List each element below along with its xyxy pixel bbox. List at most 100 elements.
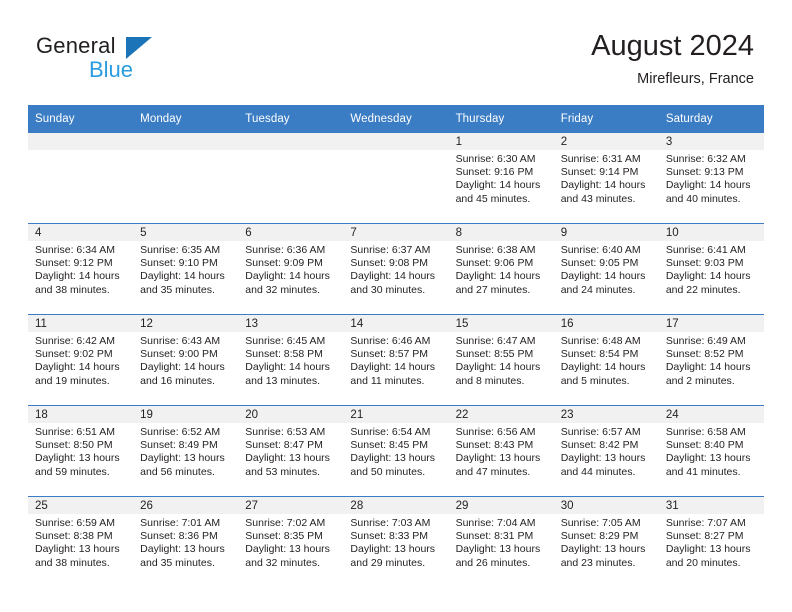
calendar-day-cell[interactable]: 27 Sunrise: 7:02 AM Sunset: 8:35 PM Dayligh… — [238, 496, 344, 587]
sunrise-text: Sunrise: 7:02 AM — [245, 517, 326, 529]
sunset-text: Sunset: 9:13 PM — [665, 166, 744, 179]
day-cell-inner: 9 Sunrise: 6:40 AM Sunset: 9:05 PM Daylight… — [553, 224, 659, 314]
calendar-week-row: 25 Sunrise: 6:59 AM Sunset: 8:38 PM Dayligh… — [28, 496, 764, 587]
sunrise-text: Sunrise: 6:32 AM — [665, 153, 746, 165]
calendar-day-cell[interactable]: 20 Sunrise: 6:53 AM Sunset: 8:47 PM Dayligh… — [238, 405, 344, 497]
calendar-day-cell[interactable]: 11 Sunrise: 6:42 AM Sunset: 9:02 PM Dayligh… — [28, 314, 134, 406]
daylight-text-line2: and 8 minutes. — [455, 374, 525, 387]
calendar-week-row: 11 Sunrise: 6:42 AM Sunset: 9:02 PM Dayligh… — [28, 314, 764, 406]
sunrise-text: Sunrise: 6:46 AM — [350, 335, 431, 347]
calendar-day-cell[interactable]: 1 Sunrise: 6:30 AM Sunset: 9:16 PM Daylight… — [448, 133, 554, 224]
sunrise-text: Sunrise: 6:48 AM — [560, 335, 641, 347]
calendar-day-cell[interactable]: 22 Sunrise: 6:56 AM Sunset: 8:43 PM Dayligh… — [448, 405, 554, 497]
day-cell-inner: 8 Sunrise: 6:38 AM Sunset: 9:06 PM Daylight… — [448, 224, 554, 314]
sunset-text: Sunset: 8:57 PM — [350, 348, 429, 361]
day-cell-inner: 22 Sunrise: 6:56 AM Sunset: 8:43 PM Dayligh… — [448, 406, 554, 496]
daylight-text-line2: and 27 minutes. — [455, 283, 531, 296]
sunrise-text: Sunrise: 6:31 AM — [560, 153, 641, 165]
day-details: Sunrise: 7:03 AM Sunset: 8:33 PM Daylight:… — [343, 514, 448, 570]
calendar-week-row: 1 Sunrise: 6:30 AM Sunset: 9:16 PM Daylight… — [28, 133, 764, 224]
day-details: Sunrise: 6:40 AM Sunset: 9:05 PM Daylight:… — [554, 241, 659, 297]
daylight-text-line2: and 29 minutes. — [350, 556, 426, 569]
sunrise-text: Sunrise: 6:52 AM — [140, 426, 221, 438]
day-details: Sunrise: 6:43 AM Sunset: 9:00 PM Daylight:… — [133, 332, 238, 388]
sunrise-text: Sunrise: 7:04 AM — [455, 517, 536, 529]
day-details: Sunrise: 7:07 AM Sunset: 8:27 PM Daylight:… — [659, 514, 764, 570]
day-number: 4 — [28, 224, 134, 241]
sunset-text: Sunset: 9:12 PM — [35, 257, 113, 270]
calendar-day-cell[interactable]: 5 Sunrise: 6:35 AM Sunset: 9:10 PM Daylight… — [133, 223, 239, 315]
sunset-text: Sunset: 9:05 PM — [560, 257, 639, 270]
calendar-day-cell[interactable]: 30 Sunrise: 7:05 AM Sunset: 8:29 PM Dayligh… — [553, 496, 659, 587]
daylight-text-line2: and 2 minutes. — [665, 374, 735, 387]
day-cell-inner: 23 Sunrise: 6:57 AM Sunset: 8:42 PM Dayligh… — [553, 406, 659, 496]
daylight-text-line1: Daylight: 14 hours — [560, 270, 646, 283]
sunset-text: Sunset: 8:43 PM — [455, 439, 534, 452]
day-cell-inner: 29 Sunrise: 7:04 AM Sunset: 8:31 PM Dayligh… — [448, 497, 554, 587]
calendar-day-cell[interactable]: 15 Sunrise: 6:47 AM Sunset: 8:55 PM Dayligh… — [448, 314, 554, 406]
calendar-day-cell[interactable]: 8 Sunrise: 6:38 AM Sunset: 9:06 PM Daylight… — [448, 223, 554, 315]
calendar-day-cell[interactable]: 25 Sunrise: 6:59 AM Sunset: 8:38 PM Dayligh… — [28, 496, 134, 587]
calendar-day-cell[interactable]: 29 Sunrise: 7:04 AM Sunset: 8:31 PM Dayligh… — [448, 496, 554, 587]
day-cell-inner: 15 Sunrise: 6:47 AM Sunset: 8:55 PM Dayligh… — [448, 315, 554, 405]
daylight-text-line1: Daylight: 14 hours — [245, 270, 330, 283]
day-number: 24 — [658, 406, 764, 423]
calendar-day-cell[interactable]: 26 Sunrise: 7:01 AM Sunset: 8:36 PM Dayligh… — [133, 496, 239, 587]
day-number: 17 — [658, 315, 764, 332]
day-number: 7 — [343, 224, 449, 241]
sunset-text: Sunset: 8:55 PM — [455, 348, 534, 361]
daylight-text-line2: and 45 minutes. — [455, 192, 531, 205]
calendar-day-cell[interactable]: 12 Sunrise: 6:43 AM Sunset: 9:00 PM Dayligh… — [133, 314, 239, 406]
calendar-day-cell[interactable]: 19 Sunrise: 6:52 AM Sunset: 8:49 PM Dayligh… — [133, 405, 239, 497]
calendar-day-cell[interactable]: 24 Sunrise: 6:58 AM Sunset: 8:40 PM Dayligh… — [658, 405, 764, 497]
day-cell-inner: 25 Sunrise: 6:59 AM Sunset: 8:38 PM Dayligh… — [28, 497, 134, 587]
day-cell-inner: 12 Sunrise: 6:43 AM Sunset: 9:00 PM Dayligh… — [133, 315, 239, 405]
sunrise-text: Sunrise: 6:42 AM — [35, 335, 115, 347]
brand-logo[interactable]: General Blue — [36, 33, 236, 93]
day-number: 26 — [133, 497, 239, 514]
day-number: 1 — [448, 133, 554, 150]
calendar-day-cell[interactable]: 4 Sunrise: 6:34 AM Sunset: 9:12 PM Daylight… — [28, 223, 134, 315]
daylight-text-line1: Daylight: 14 hours — [350, 270, 436, 283]
calendar-day-cell[interactable]: 17 Sunrise: 6:49 AM Sunset: 8:52 PM Dayligh… — [658, 314, 764, 406]
day-number: 6 — [238, 224, 344, 241]
day-cell-inner: 13 Sunrise: 6:45 AM Sunset: 8:58 PM Dayligh… — [238, 315, 344, 405]
calendar-day-cell[interactable]: 14 Sunrise: 6:46 AM Sunset: 8:57 PM Dayligh… — [343, 314, 449, 406]
calendar-day-cell[interactable]: 7 Sunrise: 6:37 AM Sunset: 9:08 PM Daylight… — [343, 223, 449, 315]
calendar-day-cell[interactable]: 18 Sunrise: 6:51 AM Sunset: 8:50 PM Dayligh… — [28, 405, 134, 497]
daylight-text-line1: Daylight: 13 hours — [665, 452, 751, 465]
daylight-text-line1: Daylight: 14 hours — [560, 179, 646, 192]
day-cell-inner: 5 Sunrise: 6:35 AM Sunset: 9:10 PM Daylight… — [133, 224, 239, 314]
calendar-week-row: 18 Sunrise: 6:51 AM Sunset: 8:50 PM Dayligh… — [28, 405, 764, 497]
sunset-text: Sunset: 8:40 PM — [665, 439, 744, 452]
sunrise-text: Sunrise: 6:35 AM — [140, 244, 221, 256]
day-number — [133, 133, 239, 150]
sunset-text: Sunset: 8:31 PM — [455, 530, 534, 543]
daylight-text-line2: and 22 minutes. — [665, 283, 741, 296]
day-cell-inner: 2 Sunrise: 6:31 AM Sunset: 9:14 PM Daylight… — [553, 133, 659, 223]
calendar-day-cell[interactable]: 10 Sunrise: 6:41 AM Sunset: 9:03 PM Dayligh… — [658, 223, 764, 315]
sunset-text: Sunset: 8:35 PM — [245, 530, 323, 543]
calendar-day-cell[interactable]: 13 Sunrise: 6:45 AM Sunset: 8:58 PM Dayligh… — [238, 314, 344, 406]
sunset-text: Sunset: 9:03 PM — [665, 257, 744, 270]
daylight-text-line1: Daylight: 14 hours — [35, 361, 120, 374]
calendar-day-cell[interactable]: 28 Sunrise: 7:03 AM Sunset: 8:33 PM Dayligh… — [343, 496, 449, 587]
calendar-day-cell[interactable]: 3 Sunrise: 6:32 AM Sunset: 9:13 PM Daylight… — [658, 133, 764, 224]
sunrise-text: Sunrise: 6:59 AM — [35, 517, 115, 529]
daylight-text-line2: and 20 minutes. — [665, 556, 741, 569]
calendar-page: General Blue August 2024 Mirefleurs, Fra… — [0, 0, 792, 612]
calendar-day-cell[interactable]: 23 Sunrise: 6:57 AM Sunset: 8:42 PM Dayligh… — [553, 405, 659, 497]
day-number: 19 — [133, 406, 239, 423]
daylight-text-line2: and 23 minutes. — [560, 556, 636, 569]
sunrise-text: Sunrise: 6:37 AM — [350, 244, 431, 256]
day-cell-inner: 30 Sunrise: 7:05 AM Sunset: 8:29 PM Dayligh… — [553, 497, 659, 587]
calendar-day-cell[interactable]: 31 Sunrise: 7:07 AM Sunset: 8:27 PM Dayligh… — [658, 496, 764, 587]
daylight-text-line1: Daylight: 14 hours — [665, 361, 751, 374]
calendar-day-cell[interactable]: 6 Sunrise: 6:36 AM Sunset: 9:09 PM Daylight… — [238, 223, 344, 315]
calendar-day-cell[interactable]: 16 Sunrise: 6:48 AM Sunset: 8:54 PM Dayligh… — [553, 314, 659, 406]
daylight-text-line1: Daylight: 14 hours — [455, 270, 541, 283]
calendar-day-cell[interactable]: 2 Sunrise: 6:31 AM Sunset: 9:14 PM Daylight… — [553, 133, 659, 224]
calendar-day-cell[interactable]: 9 Sunrise: 6:40 AM Sunset: 9:05 PM Daylight… — [553, 223, 659, 315]
day-details: Sunrise: 6:37 AM Sunset: 9:08 PM Daylight:… — [343, 241, 448, 297]
calendar-day-cell[interactable]: 21 Sunrise: 6:54 AM Sunset: 8:45 PM Dayligh… — [343, 405, 449, 497]
